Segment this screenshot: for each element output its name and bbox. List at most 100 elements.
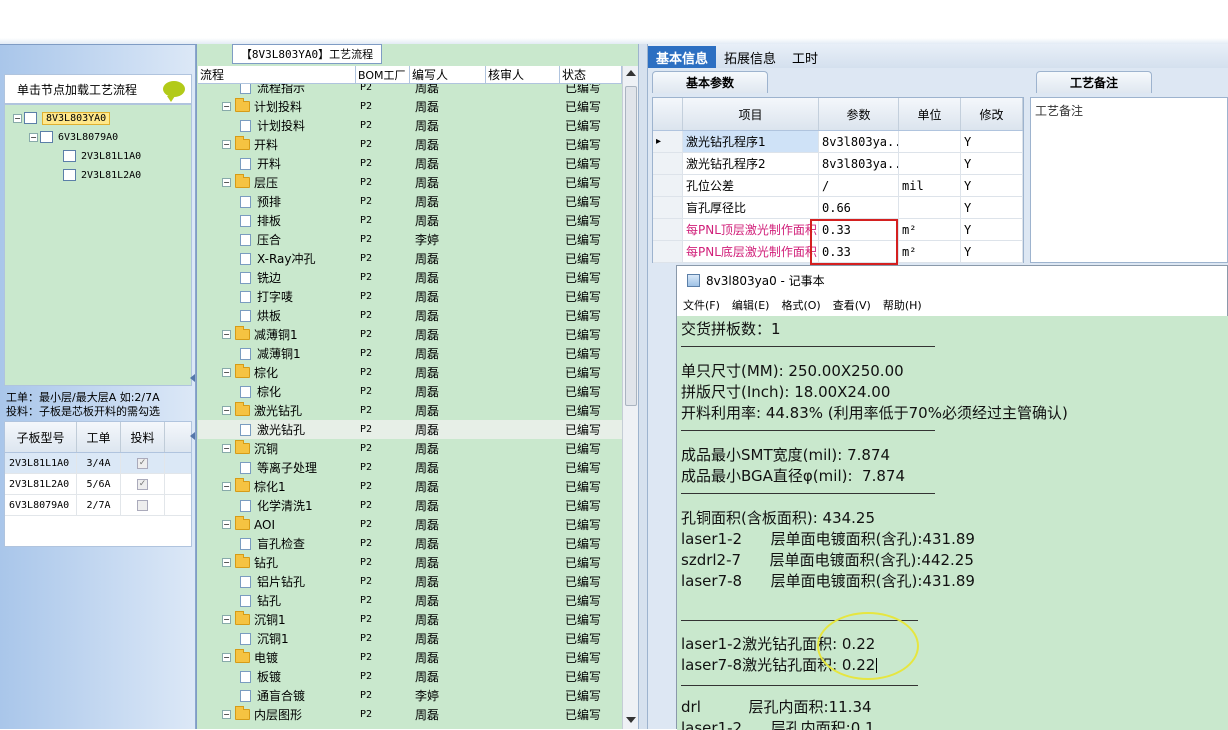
- panel-splitter[interactable]: [638, 44, 648, 729]
- node-checkbox[interactable]: [63, 169, 76, 181]
- process-row[interactable]: − 钻孔 P2 周磊 已编写: [198, 553, 622, 572]
- column-header[interactable]: 流程: [198, 66, 356, 83]
- table-row[interactable]: 6V3L8079A0 2/7A: [5, 495, 191, 516]
- process-row[interactable]: 等离子处理 P2 周磊 已编写: [198, 458, 622, 477]
- process-row[interactable]: 压合 P2 李婷 已编写: [198, 230, 622, 249]
- scroll-up-icon[interactable]: [626, 70, 636, 76]
- process-row[interactable]: 激光钻孔 P2 周磊 已编写: [198, 420, 622, 439]
- menu-help[interactable]: 帮助(H): [883, 297, 922, 313]
- process-row[interactable]: − 开料 P2 周磊 已编写: [198, 135, 622, 154]
- column-header[interactable]: 状态: [560, 66, 622, 83]
- collapse-icon[interactable]: −: [222, 710, 231, 719]
- process-row[interactable]: 铣边 P2 周磊 已编写: [198, 268, 622, 287]
- feed-checkbox[interactable]: ✓: [137, 457, 148, 469]
- collapse-icon[interactable]: −: [29, 132, 38, 142]
- tab-basic-info[interactable]: 基本信息: [648, 46, 717, 68]
- tree-node-root[interactable]: − 8V3L803YA0: [13, 110, 111, 126]
- param-row[interactable]: 孔位公差 / mil Y: [653, 175, 1023, 197]
- tab-work-hours[interactable]: 工时: [784, 46, 826, 68]
- process-row[interactable]: 通盲合镀 P2 李婷 已编写: [198, 686, 622, 705]
- process-row[interactable]: − 棕化 P2 周磊 已编写: [198, 363, 622, 382]
- process-row[interactable]: 计划投料 P2 周磊 已编写: [198, 116, 622, 135]
- node-checkbox[interactable]: [63, 150, 76, 162]
- collapse-icon[interactable]: −: [13, 113, 22, 123]
- feed-checkbox[interactable]: [137, 499, 148, 511]
- param-value-cell[interactable]: 8v3l803ya...: [819, 131, 899, 152]
- tab-basic-params[interactable]: 基本参数: [652, 71, 768, 93]
- collapse-icon[interactable]: −: [222, 406, 231, 415]
- collapse-arrow-icon[interactable]: [190, 374, 195, 382]
- notepad-titlebar[interactable]: 8v3l803ya0 - 记事本: [677, 266, 1228, 294]
- process-row[interactable]: − 减薄铜1 P2 周磊 已编写: [198, 325, 622, 344]
- collapse-icon[interactable]: −: [222, 330, 231, 339]
- process-row[interactable]: 打字唛 P2 周磊 已编写: [198, 287, 622, 306]
- tree-node-leaf[interactable]: 2V3L81L2A0: [63, 167, 141, 183]
- tree-node-child[interactable]: − 6V3L8079A0: [29, 129, 118, 145]
- process-row[interactable]: 板镀 P2 周磊 已编写: [198, 667, 622, 686]
- load-flow-button[interactable]: 单击节点加载工艺流程: [4, 74, 192, 104]
- column-header[interactable]: 项目: [683, 98, 819, 130]
- tab-process-notes[interactable]: 工艺备注: [1036, 71, 1152, 93]
- process-row[interactable]: 钻孔 P2 周磊 已编写: [198, 591, 622, 610]
- process-row[interactable]: 流程指示 P2 周磊 已编写: [198, 84, 622, 97]
- collapse-icon[interactable]: −: [222, 615, 231, 624]
- feed-checkbox[interactable]: ✓: [137, 478, 148, 490]
- collapse-icon[interactable]: −: [222, 444, 231, 453]
- collapse-arrow-icon[interactable]: [190, 432, 195, 440]
- collapse-icon[interactable]: −: [222, 140, 231, 149]
- column-header[interactable]: 子板型号: [5, 422, 77, 452]
- column-header[interactable]: 参数: [819, 98, 899, 130]
- scroll-thumb[interactable]: [625, 86, 637, 406]
- process-row[interactable]: − AOI P2 周磊 已编写: [198, 515, 622, 534]
- collapse-icon[interactable]: −: [222, 178, 231, 187]
- collapse-icon[interactable]: −: [222, 558, 231, 567]
- param-value-cell[interactable]: /: [819, 175, 899, 196]
- process-row[interactable]: 排板 P2 周磊 已编写: [198, 211, 622, 230]
- process-row[interactable]: X-Ray冲孔 P2 周磊 已编写: [198, 249, 622, 268]
- process-row[interactable]: 烘板 P2 周磊 已编写: [198, 306, 622, 325]
- process-row[interactable]: − 电镀 P2 周磊 已编写: [198, 648, 622, 667]
- column-header[interactable]: 修改: [961, 98, 1023, 130]
- process-row[interactable]: 沉铜1 P2 周磊 已编写: [198, 629, 622, 648]
- table-row[interactable]: 2V3L81L1A0 3/4A ✓: [5, 453, 191, 474]
- collapse-icon[interactable]: −: [222, 368, 231, 377]
- column-header[interactable]: 工单: [77, 422, 121, 452]
- collapse-icon[interactable]: −: [222, 482, 231, 491]
- column-header[interactable]: BOM工厂: [356, 66, 410, 83]
- tab-extended-info[interactable]: 拓展信息: [716, 46, 784, 68]
- scroll-down-icon[interactable]: [626, 717, 636, 723]
- column-header[interactable]: 单位: [899, 98, 961, 130]
- column-header[interactable]: 编写人: [410, 66, 486, 83]
- table-row[interactable]: 2V3L81L2A0 5/6A ✓: [5, 474, 191, 495]
- param-row[interactable]: ▸激光钻孔程序18v3l803ya... Y: [653, 131, 1023, 153]
- process-scrollbar[interactable]: [622, 66, 638, 729]
- notepad-text-area[interactable]: 交货拼板数：1 单只尺寸(MM): 250.00X250.00 拼版尺寸(Inc…: [677, 316, 1228, 730]
- menu-edit[interactable]: 编辑(E): [732, 297, 770, 313]
- process-row[interactable]: 化学清洗1 P2 周磊 已编写: [198, 496, 622, 515]
- param-value-cell[interactable]: 8v3l803ya...: [819, 153, 899, 174]
- param-row[interactable]: 激光钻孔程序28v3l803ya... Y: [653, 153, 1023, 175]
- collapse-icon[interactable]: −: [222, 102, 231, 111]
- process-row[interactable]: − 沉铜1 P2 周磊 已编写: [198, 610, 622, 629]
- process-row[interactable]: 预排 P2 周磊 已编写: [198, 192, 622, 211]
- process-row[interactable]: − 棕化1 P2 周磊 已编写: [198, 477, 622, 496]
- process-row[interactable]: 铝片钻孔 P2 周磊 已编写: [198, 572, 622, 591]
- node-checkbox[interactable]: [24, 112, 37, 124]
- process-row[interactable]: − 内层图形 P2 周磊 已编写: [198, 705, 622, 724]
- process-row[interactable]: 减薄铜1 P2 周磊 已编写: [198, 344, 622, 363]
- tree-node-leaf[interactable]: 2V3L81L1A0: [63, 148, 141, 164]
- process-notes-area[interactable]: 工艺备注: [1030, 97, 1228, 263]
- param-value-cell[interactable]: 0.66: [819, 197, 899, 218]
- column-header[interactable]: 投料: [121, 422, 165, 452]
- menu-format[interactable]: 格式(O): [781, 297, 820, 313]
- collapse-icon[interactable]: −: [222, 520, 231, 529]
- collapse-icon[interactable]: −: [222, 653, 231, 662]
- process-row[interactable]: − 沉铜 P2 周磊 已编写: [198, 439, 622, 458]
- process-row[interactable]: − 层压 P2 周磊 已编写: [198, 173, 622, 192]
- process-row[interactable]: − 计划投料 P2 周磊 已编写: [198, 97, 622, 116]
- node-checkbox[interactable]: [40, 131, 53, 143]
- param-row[interactable]: 盲孔厚径比 0.66 Y: [653, 197, 1023, 219]
- menu-view[interactable]: 查看(V): [833, 297, 871, 313]
- column-header[interactable]: 核审人: [486, 66, 560, 83]
- process-row[interactable]: 开料 P2 周磊 已编写: [198, 154, 622, 173]
